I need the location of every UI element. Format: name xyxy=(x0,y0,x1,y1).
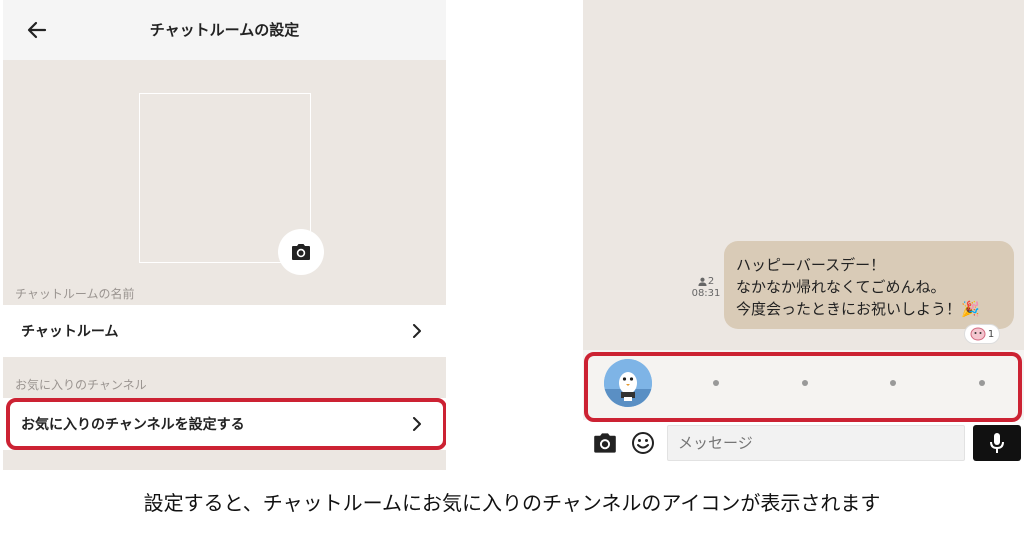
microphone-icon xyxy=(990,433,1004,453)
highlight-frame xyxy=(584,352,1022,422)
emoji-icon[interactable] xyxy=(631,431,655,455)
read-count-value: 2 xyxy=(707,276,715,287)
room-name-value: チャットルーム xyxy=(21,324,119,340)
read-count: 2 xyxy=(691,276,721,287)
message-input[interactable] xyxy=(667,425,965,461)
person-icon xyxy=(698,277,707,286)
room-name-row[interactable]: チャットルーム xyxy=(3,305,446,357)
message-time: 08:31 xyxy=(691,288,721,299)
favorite-channel-section-label: お気に入りのチャンネル xyxy=(15,378,147,392)
change-photo-button[interactable] xyxy=(278,229,324,275)
settings-header: チャットルームの設定 xyxy=(3,0,446,60)
reaction-sticker-icon xyxy=(970,327,986,341)
room-name-section-label: チャットルームの名前 xyxy=(15,287,135,301)
reaction-count: 1 xyxy=(987,328,995,340)
message-bubble[interactable]: ハッピーバースデー！ なかなか帰れなくてごめんね。 今度会ったときにお祝いしよう… xyxy=(724,241,1014,329)
chevron-right-icon xyxy=(413,324,421,338)
chat-room-settings-panel: チャットルームの設定 チャットルームの名前 チャットルーム お気に入りのチャンネ… xyxy=(3,0,446,470)
message-meta: 2 08:31 xyxy=(691,276,721,299)
message-line: 今度会ったときにお祝いしよう！🎉 xyxy=(736,300,980,318)
voice-input-button[interactable] xyxy=(973,425,1021,461)
page-title: チャットルームの設定 xyxy=(149,21,300,39)
chat-room-panel: 2 08:31 ハッピーバースデー！ なかなか帰れなくてごめんね。 今度会ったと… xyxy=(583,0,1024,470)
message-input-bar xyxy=(583,423,1024,463)
reaction-badge[interactable]: 1 xyxy=(964,324,1000,344)
highlight-frame xyxy=(6,398,446,450)
camera-icon[interactable] xyxy=(593,432,617,454)
camera-icon xyxy=(292,244,310,260)
message-line: ハッピーバースデー！ xyxy=(736,256,886,274)
explanation-caption: 設定すると、チャットルームにお気に入りのチャンネルのアイコンが表示されます xyxy=(143,491,881,515)
message-line: なかなか帰れなくてごめんね。 xyxy=(736,278,946,296)
